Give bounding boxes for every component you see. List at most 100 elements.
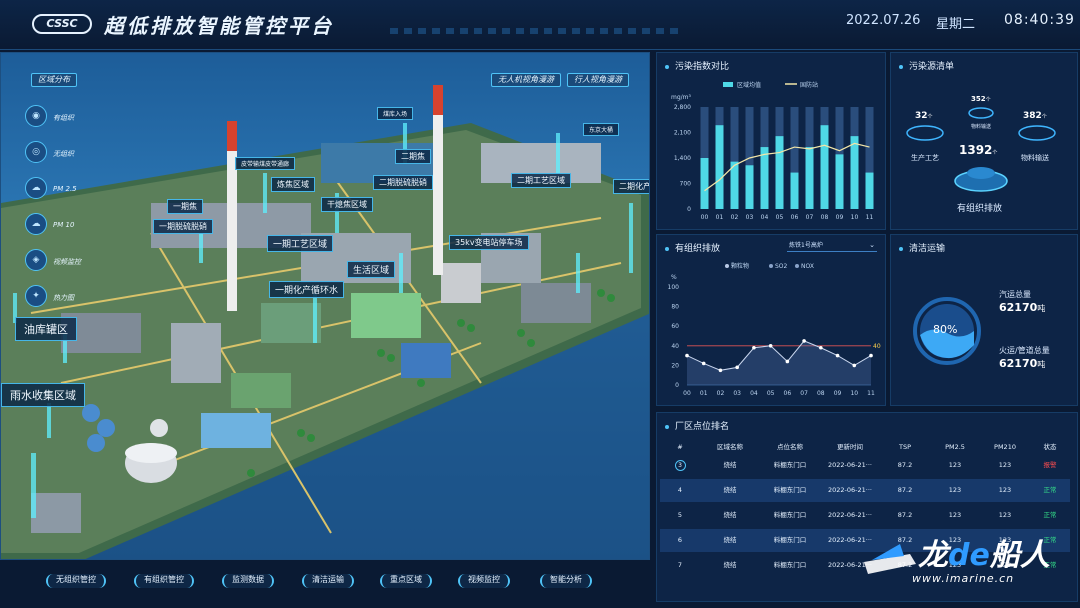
- video-monitor-icon[interactable]: ◈: [25, 249, 47, 271]
- y-unit-label: mg/m³: [671, 94, 692, 101]
- y-tick-label: 0: [675, 382, 679, 389]
- cell-point: 料棚东门口: [773, 461, 807, 469]
- map-label-living-area[interactable]: 生活区域: [347, 261, 396, 278]
- table-row[interactable]: 5 烧结 料棚东门口 2022-06-21··· 87.2 123 123 正常: [660, 504, 1070, 527]
- heatmap-icon[interactable]: ✦: [25, 285, 47, 307]
- pm25-icon[interactable]: ☁: [25, 177, 47, 199]
- map-label-oil-tank[interactable]: 油库罐区: [15, 317, 77, 341]
- bar: [835, 154, 844, 209]
- cell-time: 2022-06-21···: [828, 511, 872, 519]
- pm10-icon[interactable]: ☁: [25, 213, 47, 235]
- x-tick-label: 04: [750, 390, 758, 397]
- x-tick-label: 07: [806, 214, 814, 221]
- bar: [700, 158, 709, 209]
- threshold-label: 40: [873, 343, 881, 350]
- map-label-chem-circulation[interactable]: 一期化产循环水: [269, 281, 345, 298]
- x-tick-label: 07: [800, 390, 808, 397]
- data-point: [819, 345, 823, 350]
- data-point: [735, 365, 739, 370]
- map-label-belt-corridor[interactable]: 皮带输煤皮带通廊: [235, 157, 296, 170]
- x-tick-label: 10: [850, 390, 858, 397]
- nav-unorganized-control[interactable]: 无组织管控: [46, 574, 106, 588]
- truck-value: 62170吨: [999, 301, 1046, 314]
- pollution-sources-panel: 污染源清单 32个 生产工艺 352个 物料输送 382个 物料输送 1392个…: [890, 52, 1078, 230]
- table-row[interactable]: 4 烧结 料棚东门口 2022-06-21··· 87.2 123 123 正常: [660, 479, 1070, 502]
- bar: [775, 136, 784, 209]
- series-line: [704, 142, 870, 192]
- data-point: [752, 345, 756, 350]
- side-label-organized: 有组织: [53, 114, 74, 122]
- map-label-phase2-desulf[interactable]: 二期脱硫脱硝: [373, 175, 433, 190]
- y-tick-label: 1,400: [674, 155, 691, 162]
- x-tick-label: 08: [817, 390, 825, 397]
- rank-badge: 3: [674, 460, 686, 471]
- source-label-1: 生产工艺: [911, 154, 939, 162]
- cell-tsp: 87.2: [897, 486, 913, 494]
- map-label-coking-area[interactable]: 炼焦区域: [271, 177, 315, 192]
- cell-time: 2022-06-21···: [828, 461, 872, 469]
- map-label-dry-quench[interactable]: 干熄焦区域: [321, 197, 373, 212]
- cell-point: 料棚东门口: [773, 536, 807, 544]
- legend-dot: [795, 264, 799, 268]
- source-label-total: 有组织排放: [957, 204, 1003, 214]
- transport-gauge: [913, 297, 981, 365]
- map-label-phase1-coke[interactable]: 一期焦: [167, 199, 203, 214]
- transport-percent: 80%: [933, 323, 958, 336]
- table-row[interactable]: 3 烧结 料棚东门口 2022-06-21··· 87.2 123 123 报警: [660, 454, 1070, 477]
- cell-rank: 7: [677, 561, 683, 569]
- data-point: [835, 353, 840, 358]
- map-label-phase2-coke[interactable]: 二期焦: [395, 149, 431, 164]
- map-label-substation[interactable]: 35kv变电站停车场: [449, 235, 529, 250]
- watermark-url: www.imarine.cn: [912, 572, 1015, 585]
- pedestrian-view-button[interactable]: 行人视角漫游: [567, 73, 629, 87]
- cell-area: 烧结: [723, 561, 737, 569]
- legend-label-line: 国防站: [800, 81, 818, 89]
- cell-pm210: 123: [998, 486, 1012, 494]
- factory-3d-map[interactable]: 区域分布 无人机视角漫游 行人视角漫游 ◉ 有组织 ◎ 无组织 ☁ PM 2.5…: [0, 52, 650, 560]
- y-tick-label: 100: [668, 284, 680, 291]
- region-distribution-chip[interactable]: 区域分布: [31, 73, 77, 87]
- y-tick-label: 700: [680, 181, 692, 188]
- nav-key-area[interactable]: 重点区域: [380, 574, 432, 588]
- cell-rank: 6: [677, 536, 683, 544]
- map-label-rainwater[interactable]: 雨水收集区域: [1, 383, 85, 407]
- y-tick-label: 2,100: [674, 130, 691, 137]
- data-point: [685, 353, 689, 358]
- nav-clean-transport[interactable]: 清洁运输: [302, 574, 354, 588]
- map-label-phase1-desulf[interactable]: 一期脱硫脱硝: [153, 219, 213, 234]
- cell-area: 烧结: [723, 536, 737, 544]
- map-label-east-tank[interactable]: 东京大桶: [583, 123, 620, 136]
- pollution-index-panel: 污染指数对比 区域均值 国防站 mg/m³ 2,800 2,100 1,400 700 0 00…: [656, 52, 886, 230]
- legend-dot: [725, 264, 729, 268]
- bar: [790, 172, 799, 209]
- nav-smart-analysis[interactable]: 智能分析: [540, 574, 592, 588]
- series-area: [687, 340, 871, 385]
- map-label-phase2-process[interactable]: 二期工艺区域: [511, 173, 571, 188]
- nav-monitor-data[interactable]: 监测数据: [222, 574, 274, 588]
- unorganized-icon[interactable]: ◎: [25, 141, 47, 163]
- x-tick-label: 11: [867, 390, 875, 397]
- nav-video-monitor[interactable]: 视频监控: [458, 574, 510, 588]
- x-tick-label: 05: [767, 390, 775, 397]
- data-point: [802, 339, 806, 343]
- organized-emission-panel: 有组织排放 炼铁1号高炉 ⌄ 颗粒物 SO2 NOX% 100 80 60 40 20 0 40 0…: [656, 234, 886, 406]
- bar: [745, 165, 754, 209]
- drone-view-button[interactable]: 无人机视角漫游: [491, 73, 561, 87]
- map-label-phase2-chem[interactable]: 二期化产: [613, 179, 649, 194]
- nav-organized-control[interactable]: 有组织管控: [134, 574, 194, 588]
- map-label-coal-entry[interactable]: 煤库入场: [377, 107, 414, 120]
- map-label-phase1-process[interactable]: 一期工艺区域: [267, 235, 334, 252]
- organized-icon[interactable]: ◉: [25, 105, 47, 127]
- header-date: 2022.07.26: [846, 13, 921, 28]
- cell-status: 正常: [1043, 511, 1057, 519]
- legend-label: 颗粒物: [731, 262, 749, 270]
- x-tick-label: 05: [776, 214, 784, 221]
- data-point: [718, 368, 723, 373]
- cell-rank: 3: [660, 454, 700, 477]
- y-tick-label: 20: [671, 362, 679, 369]
- bar: [715, 125, 724, 209]
- truck-label: 汽运总量: [999, 290, 1031, 299]
- data-point: [785, 359, 790, 364]
- y-unit-label: %: [671, 274, 677, 281]
- source-stat-total: 1392个: [959, 143, 998, 157]
